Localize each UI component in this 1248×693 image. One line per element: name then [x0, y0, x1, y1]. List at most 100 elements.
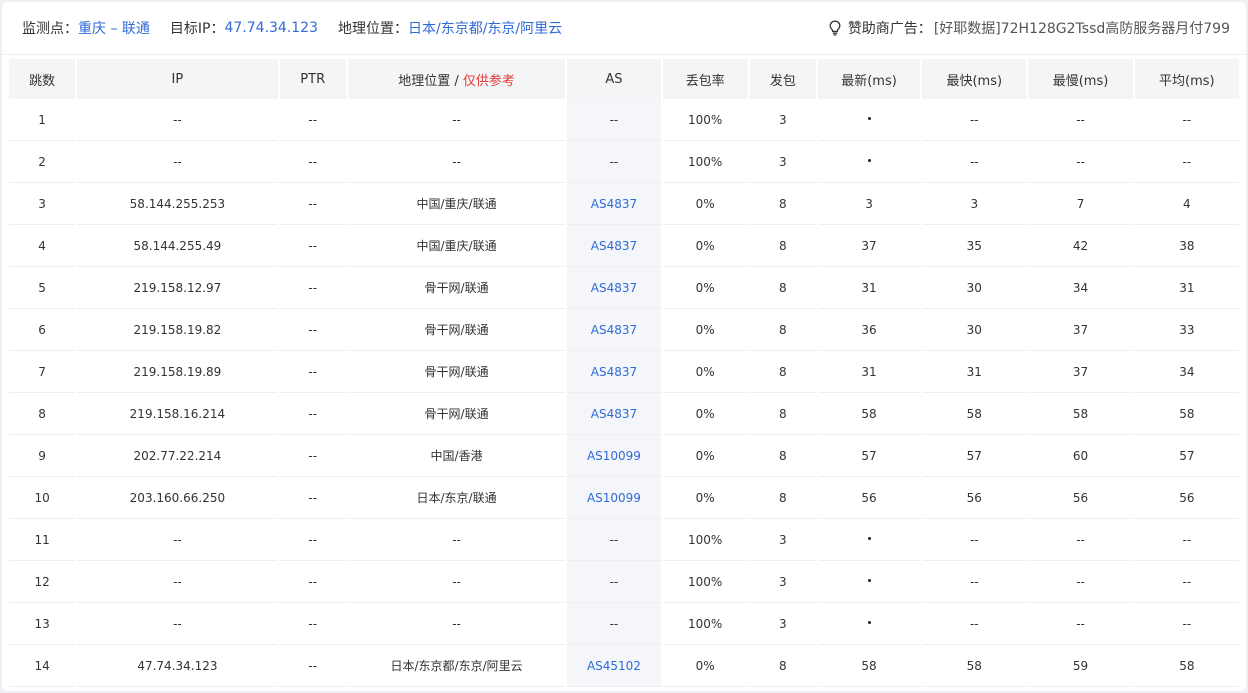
as-link[interactable]: AS4837: [591, 323, 637, 337]
cell-geo-value: --: [452, 154, 461, 169]
cell-worst: --: [1028, 141, 1133, 183]
monitor-value[interactable]: 重庆 – 联通: [78, 18, 150, 38]
target-value[interactable]: 47.74.34.123: [224, 20, 318, 36]
cell-ptr-value: --: [308, 616, 318, 631]
table-row: 5 219.158.12.97 -- 骨干网/联通 AS4837 0% 8 31 30 34 31: [9, 267, 1239, 309]
table-body: 1 -- -- -- -- 100% 3 -- -- -- 2 -- -- -- -- 100% 3 -- -- --…: [9, 99, 1239, 687]
cell-sent-value: 8: [779, 322, 787, 337]
col-ptr: PTR: [279, 59, 346, 99]
cell-ip: 202.77.22.214: [77, 435, 278, 477]
cell-best-value: --: [969, 616, 979, 631]
cell-sent-value: 8: [779, 658, 787, 673]
cell-loss: 0%: [662, 267, 748, 309]
cell-ip: 58.144.255.49: [77, 225, 278, 267]
cell-last: 31: [817, 267, 921, 309]
cell-last-value: 58: [861, 658, 877, 673]
sponsor-ad[interactable]: 赞助商广告： [好耶数据]72H128G2Tssd高防服务器月付799: [828, 18, 1230, 38]
cell-avg: 4: [1134, 183, 1239, 225]
cell-geo: 骨干网/联通: [347, 309, 566, 351]
cell-avg-value: --: [1182, 616, 1192, 631]
cell-ip-value: 219.158.16.214: [129, 406, 226, 421]
table-row: 14 47.74.34.123 -- 日本/东京都/东京/阿里云 AS45102 0% 8 5…: [9, 645, 1239, 687]
as-link[interactable]: AS45102: [587, 659, 641, 673]
as-link[interactable]: AS10099: [587, 491, 641, 505]
cell-sent: 8: [749, 267, 816, 309]
cell-best: 30: [922, 267, 1027, 309]
cell-avg-value: 34: [1179, 364, 1195, 379]
cell-worst: --: [1028, 603, 1133, 645]
cell-best-value: --: [969, 532, 979, 547]
cell-last: [817, 561, 921, 603]
cell-best-value: 30: [966, 322, 982, 337]
cell-ip: --: [77, 141, 278, 183]
geo-value[interactable]: 日本/东京都/东京/阿里云: [408, 18, 562, 38]
cell-worst-value: 7: [1076, 196, 1085, 211]
cell-as: AS4837: [567, 309, 661, 351]
cell-loss: 0%: [662, 309, 748, 351]
cell-loss: 0%: [662, 435, 748, 477]
cell-as: AS4837: [567, 225, 661, 267]
cell-sent: 8: [749, 645, 816, 687]
as-value: --: [609, 532, 619, 547]
as-link[interactable]: AS10099: [587, 449, 641, 463]
table-row: 6 219.158.19.82 -- 骨干网/联通 AS4837 0% 8 36 30 37 33: [9, 309, 1239, 351]
cell-best: 30: [922, 309, 1027, 351]
cell-geo-value: 骨干网/联通: [424, 323, 489, 337]
cell-best: 57: [922, 435, 1027, 477]
cell-hop: 3: [9, 183, 76, 225]
cell-worst-value: 37: [1072, 364, 1089, 379]
cell-best-value: --: [969, 574, 979, 589]
col-worst: 最慢(ms): [1028, 59, 1133, 99]
as-link[interactable]: AS4837: [591, 365, 637, 379]
cell-avg: 33: [1134, 309, 1239, 351]
cell-hop-value: 9: [38, 448, 46, 463]
cell-best: --: [922, 561, 1027, 603]
cell-last: 37: [817, 225, 921, 267]
cell-geo: 骨干网/联通: [347, 393, 566, 435]
cell-as: AS4837: [567, 351, 661, 393]
cell-worst: 59: [1028, 645, 1133, 687]
cell-ip: --: [77, 519, 278, 561]
cell-worst-value: 58: [1072, 406, 1089, 421]
cell-ptr-value: --: [308, 196, 318, 211]
as-link[interactable]: AS4837: [591, 407, 637, 421]
cell-worst: 34: [1028, 267, 1133, 309]
cell-sent: 3: [749, 603, 816, 645]
as-link[interactable]: AS4837: [591, 197, 637, 211]
traceroute-table: 跳数 IP PTR 地理位置 / 仅供参考 AS 丢包率 发包 最新(ms) 最…: [7, 59, 1241, 687]
cell-avg-value: 33: [1179, 322, 1195, 337]
cell-best: --: [922, 99, 1027, 141]
cell-ptr-value: --: [308, 574, 318, 589]
cell-ip-value: 202.77.22.214: [133, 448, 222, 463]
cell-geo-value: 骨干网/联通: [424, 281, 489, 295]
as-link[interactable]: AS4837: [591, 281, 637, 295]
cell-loss-value: 0%: [695, 364, 715, 379]
cell-worst: 60: [1028, 435, 1133, 477]
cell-worst-value: --: [1076, 154, 1085, 169]
cell-last: 31: [817, 351, 921, 393]
cell-avg-value: --: [1182, 574, 1192, 589]
cell-avg: --: [1134, 603, 1239, 645]
cell-as: AS10099: [567, 477, 661, 519]
cell-ip: 219.158.16.214: [77, 393, 278, 435]
cell-ptr: --: [279, 519, 346, 561]
cell-last-value: 57: [861, 448, 877, 463]
cell-last: 3: [817, 183, 921, 225]
cell-worst-value: 42: [1072, 238, 1089, 253]
cell-geo-value: --: [452, 532, 461, 547]
cell-worst: 58: [1028, 393, 1133, 435]
cell-last-value: 3: [865, 196, 873, 211]
cell-sent: 8: [749, 225, 816, 267]
cell-ptr-value: --: [308, 490, 318, 505]
cell-loss: 0%: [662, 225, 748, 267]
cell-best: 58: [922, 393, 1027, 435]
cell-best-value: 35: [966, 238, 982, 253]
as-link[interactable]: AS4837: [591, 239, 637, 253]
cell-ptr-value: --: [308, 658, 318, 673]
cell-geo-value: 中国/香港: [430, 449, 483, 463]
cell-loss: 0%: [662, 351, 748, 393]
cell-ip-value: 219.158.12.97: [133, 280, 222, 295]
cell-geo-value: 骨干网/联通: [424, 407, 489, 421]
cell-loss: 0%: [662, 477, 748, 519]
sponsor-value[interactable]: [好耶数据]72H128G2Tssd高防服务器月付799: [934, 18, 1230, 38]
